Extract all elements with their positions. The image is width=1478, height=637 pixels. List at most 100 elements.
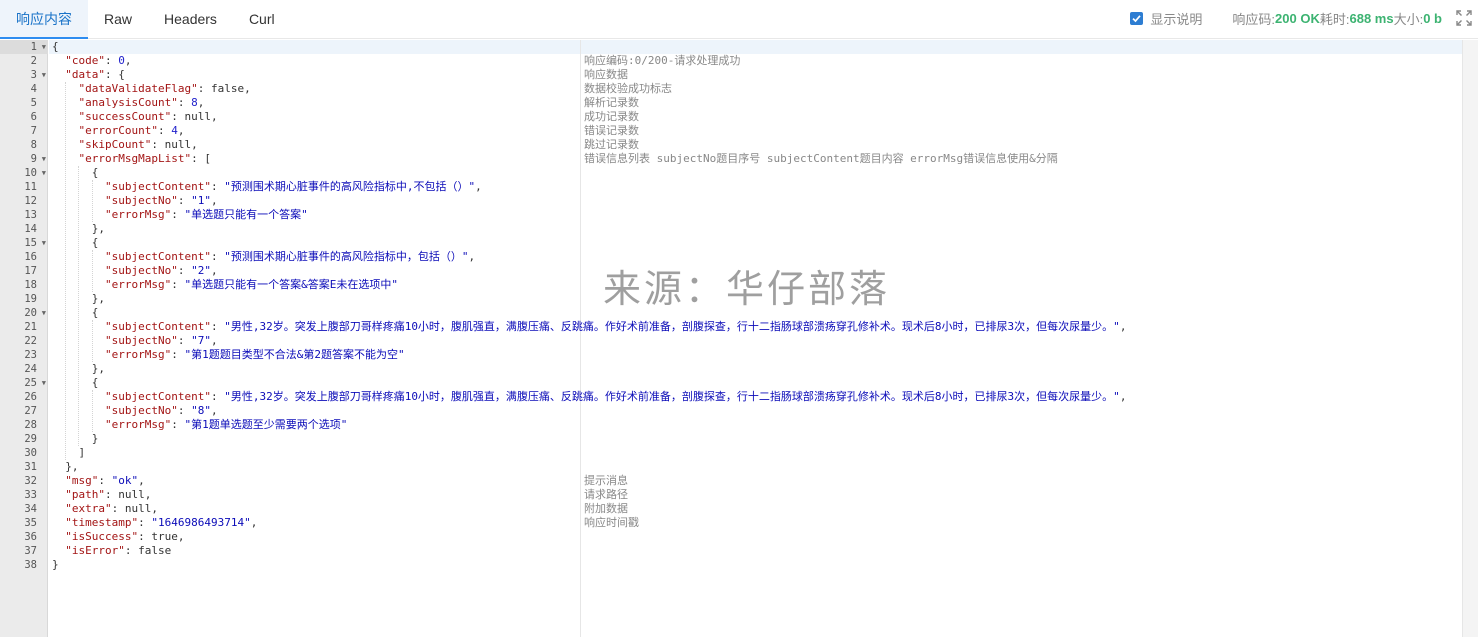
tab-headers[interactable]: Headers [148, 0, 233, 39]
fold-arrow-icon[interactable]: ▼ [42, 306, 46, 320]
code-line: "subjectContent": "预测围术期心脏事件的高风险指标中，包括（）… [104, 250, 476, 263]
code-line: "isSuccess": true, [65, 530, 185, 543]
code-line: "errorCount": 4, [78, 124, 185, 137]
code-line: "msg": "ok", [65, 474, 145, 487]
code-line: }, [52, 362, 105, 375]
line-number: 21 [0, 320, 48, 334]
code-line: "subjectNo": "7", [104, 334, 218, 347]
line-number: 2 [0, 54, 48, 68]
field-description: 响应数据 [584, 68, 628, 81]
line-number: 20 ▼ [0, 306, 48, 320]
field-description: 提示消息 [584, 474, 628, 487]
code-line: { [52, 306, 99, 319]
print-margin [580, 40, 581, 637]
line-number: 1 ▼ [0, 40, 48, 54]
line-number-text: 32 [24, 475, 37, 487]
field-description: 请求路径 [584, 488, 628, 501]
line-number-gutter: 1 ▼ 2 3 ▼ 4 5 6 7 8 9 ▼ 10 ▼ 11 12 13 14 15 ▼ 16 17 18 19 20 ▼ 21 2… [0, 40, 48, 637]
line-number-text: 3 [30, 69, 37, 81]
line-number-text: 10 [24, 167, 37, 179]
response-tabs: 响应内容 Raw Headers Curl [0, 0, 291, 39]
code-line: "errorMsgMapList": [ [78, 152, 211, 165]
code-line: "isError": false [65, 544, 172, 557]
line-number: 7 [0, 124, 48, 138]
fold-arrow-icon[interactable]: ▼ [42, 166, 46, 180]
code-line: "subjectNo": "1", [104, 194, 218, 207]
line-number: 37 [0, 544, 48, 558]
line-number: 27 [0, 404, 48, 418]
fold-arrow-icon[interactable]: ▼ [42, 40, 46, 54]
code-line: }, [52, 292, 105, 305]
response-size-label: 大小: [1393, 11, 1424, 27]
line-number: 29 [0, 432, 48, 446]
code-line: "path": null, [65, 488, 152, 501]
code-line: "errorMsg": "第1题单选题至少需要两个选项" [104, 418, 348, 431]
vertical-scrollbar[interactable] [1462, 40, 1478, 637]
field-description: 错误信息列表 subjectNo题目序号 subjectContent题目内容 … [584, 152, 1058, 165]
line-number-text: 31 [24, 461, 37, 473]
code-line: "timestamp": "1646986493714", [65, 516, 258, 529]
line-number: 15 ▼ [0, 236, 48, 250]
show-description-label[interactable]: 显示说明 [1150, 9, 1202, 28]
tab-raw[interactable]: Raw [88, 0, 148, 39]
line-number-text: 6 [30, 111, 37, 123]
line-number: 8 [0, 138, 48, 152]
active-line-highlight [49, 40, 1462, 54]
line-number: 22 [0, 334, 48, 348]
field-description: 错误记录数 [584, 124, 639, 137]
line-number: 17 [0, 264, 48, 278]
code-line: "errorMsg": "第1题题目类型不合法&第2题答案不能为空" [104, 348, 405, 361]
line-number-text: 30 [24, 447, 37, 459]
fold-arrow-icon[interactable]: ▼ [42, 376, 46, 390]
line-number: 36 [0, 530, 48, 544]
watermark-text: 来源：华仔部落 [603, 267, 891, 311]
code-line: "subjectNo": "2", [104, 264, 218, 277]
line-number: 25 ▼ [0, 376, 48, 390]
code-line: "successCount": null, [78, 110, 218, 123]
line-number: 26 [0, 390, 48, 404]
line-number-text: 9 [30, 153, 37, 165]
line-number: 11 [0, 180, 48, 194]
field-description: 数据校验成功标志 [584, 82, 672, 95]
json-response-editor[interactable]: 1 ▼ 2 3 ▼ 4 5 6 7 8 9 ▼ 10 ▼ 11 12 13 14 15 ▼ 16 17 18 19 20 ▼ 21 2… [0, 40, 1478, 637]
field-description: 响应编码:0/200-请求处理成功 [584, 54, 741, 67]
line-number-text: 13 [24, 209, 37, 221]
line-number-text: 26 [24, 391, 37, 403]
line-number: 23 [0, 348, 48, 362]
line-number: 14 [0, 222, 48, 236]
code-line: } [52, 558, 59, 571]
line-number: 12 [0, 194, 48, 208]
line-number: 16 [0, 250, 48, 264]
line-number-text: 15 [24, 237, 37, 249]
line-number: 9 ▼ [0, 152, 48, 166]
tab-response-content[interactable]: 响应内容 [0, 0, 88, 39]
field-description: 响应时间戳 [584, 516, 639, 529]
field-description: 解析记录数 [584, 96, 639, 109]
line-number: 33 [0, 488, 48, 502]
line-number-text: 35 [24, 517, 37, 529]
show-description-checkbox[interactable] [1130, 11, 1144, 25]
line-number-text: 4 [30, 83, 37, 95]
line-number-text: 16 [24, 251, 37, 263]
code-line: "dataValidateFlag": false, [78, 82, 251, 95]
fold-arrow-icon[interactable]: ▼ [42, 236, 46, 250]
line-number-text: 12 [24, 195, 37, 207]
line-number: 28 [0, 418, 48, 432]
code-line: }, [52, 222, 105, 235]
line-number: 19 [0, 292, 48, 306]
line-number-text: 36 [24, 531, 37, 543]
line-number: 32 [0, 474, 48, 488]
line-number-text: 5 [30, 97, 37, 109]
response-status-bar: 显示说明 响应码: 200 OK 耗时: 688 ms 大小: 0 b [1130, 0, 1478, 36]
elapsed-time-label: 耗时: [1319, 11, 1350, 27]
line-number-text: 14 [24, 223, 37, 235]
line-number: 10 ▼ [0, 166, 48, 180]
tab-curl[interactable]: Curl [233, 0, 291, 39]
response-size-value: 0 b [1423, 10, 1442, 26]
line-number-text: 21 [24, 321, 37, 333]
fullscreen-expand-icon[interactable] [1456, 10, 1472, 26]
fold-arrow-icon[interactable]: ▼ [42, 68, 46, 82]
line-number-text: 20 [24, 307, 37, 319]
fold-arrow-icon[interactable]: ▼ [42, 152, 46, 166]
code-line: { [52, 166, 99, 179]
